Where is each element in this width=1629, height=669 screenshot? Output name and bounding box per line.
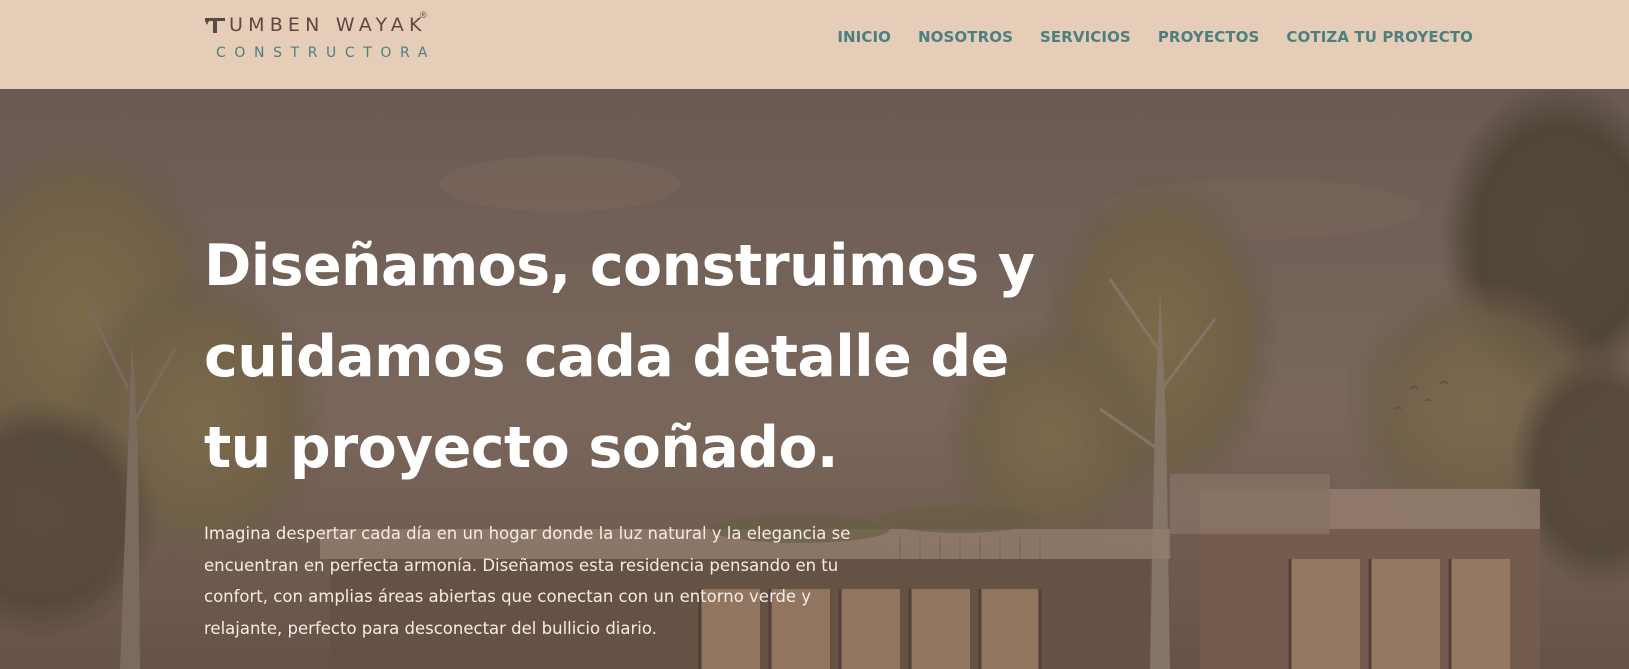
logo-subtitle: CONSTRUCTORA — [216, 45, 436, 61]
hero-description: Imagina despertar cada día en un hogar d… — [204, 524, 851, 638]
hero-section: Diseñamos, construimos y cuidamos cada d… — [0, 89, 1629, 669]
logo-wordmark: UMBEN WAYAK — [204, 14, 427, 36]
hero-title: Diseñamos, construimos y cuidamos cada d… — [204, 233, 1035, 481]
brand-logo[interactable]: UMBEN WAYAK ® CONSTRUCTORA — [204, 10, 436, 68]
nav-item-servicios[interactable]: SERVICIOS — [1040, 28, 1131, 46]
main-navigation: INICIO NOSOTROS SERVICIOS PROYECTOS COTI… — [810, 28, 1473, 46]
site-header: UMBEN WAYAK ® CONSTRUCTORA INICIO NOSOTR… — [0, 0, 1629, 89]
logo-name-top: UMBEN WAYAK — [229, 14, 427, 36]
nav-item-inicio[interactable]: INICIO — [837, 28, 891, 46]
registered-mark: ® — [420, 10, 427, 20]
hero-content: Diseñamos, construimos y cuidamos cada d… — [204, 221, 1084, 644]
nav-item-nosotros[interactable]: NOSOTROS — [918, 28, 1013, 46]
nav-item-proyectos[interactable]: PROYECTOS — [1158, 28, 1260, 46]
nav-item-cotiza[interactable]: COTIZA TU PROYECTO — [1286, 28, 1473, 46]
t-logo-mark-icon — [205, 18, 225, 33]
